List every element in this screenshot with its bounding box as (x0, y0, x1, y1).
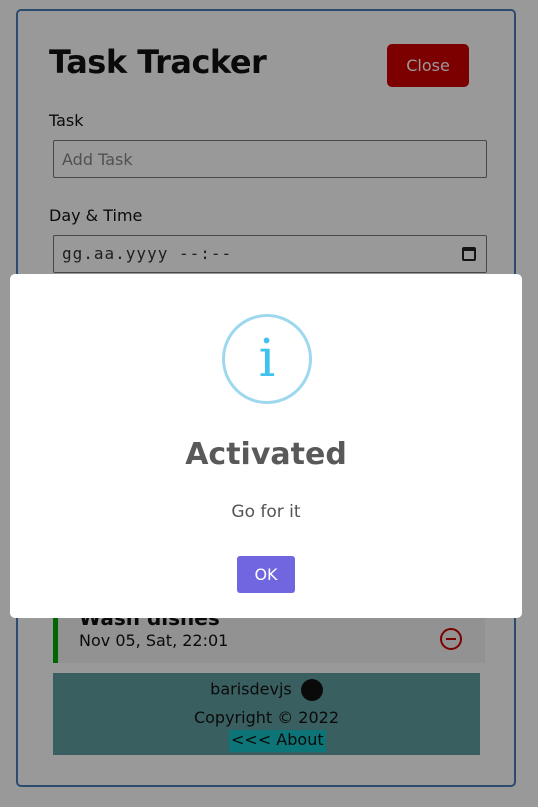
alert-modal: i Activated Go for it OK (10, 274, 522, 618)
ok-button[interactable]: OK (237, 556, 295, 593)
modal-title: Activated (185, 437, 347, 472)
info-icon: i (222, 314, 312, 404)
modal-text: Go for it (231, 502, 301, 522)
